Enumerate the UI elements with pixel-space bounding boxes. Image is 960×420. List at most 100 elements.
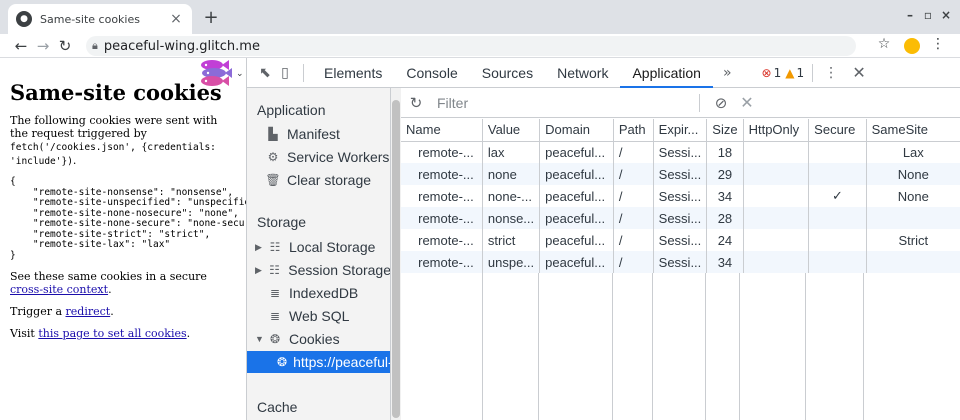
address-bar[interactable]: 🔒︎ peaceful-wing.glitch.me [86,36,856,56]
column-header-httponly[interactable]: HttpOnly [743,119,810,142]
column-header-samesite[interactable]: SameSite [866,119,960,142]
devtools-close-icon[interactable]: ✕ [849,63,869,82]
reload-icon[interactable]: ↻ [54,37,76,55]
tab-sources[interactable]: Sources [470,58,545,88]
cell-httponly [743,207,810,229]
cell-name: remote-... [401,229,483,251]
tab-close-icon[interactable]: × [168,11,184,27]
clear-storage-label: Clear storage [287,172,372,188]
browser-menu-icon[interactable]: ⋮ [928,36,948,52]
devtools-menu-icon[interactable]: ⋮ [821,65,841,81]
device-toolbar-icon[interactable]: ▯ [275,65,295,81]
sidebar-item-service-workers[interactable]: ⚙ Service Workers [247,146,390,168]
column-header-path[interactable]: Path [613,119,654,142]
bookmark-star-icon[interactable]: ☆ [874,36,894,52]
profile-avatar-icon[interactable] [904,38,920,54]
visit-text: Visit [10,327,39,340]
lock-icon: 🔒︎ [92,39,98,52]
warning-icon[interactable]: ▲ [785,66,794,80]
browser-tab[interactable]: ● Same-site cookies × [8,4,192,34]
column-header-size[interactable]: Size [706,119,744,142]
cell-size: 29 [706,163,744,185]
cell-name: remote-... [401,163,483,185]
intro-paragraph: The following cookies were sent with the… [10,114,236,168]
window-close-icon[interactable]: × [938,8,954,22]
table-row[interactable]: remote-... nonse... peaceful... / Sessi... 28 [401,207,960,229]
column-divider [612,273,613,420]
sidebar-item-web-sql[interactable]: ≣ Web SQL [247,305,390,327]
table-row[interactable]: remote-... strict peaceful... / Sessi... 24 St… [401,229,960,251]
table-header-row: Name Value Domain Path Expir... Size Htt… [401,119,960,142]
table-row[interactable]: remote-... lax peaceful... / Sessi... 18 Lax [401,141,960,163]
application-sidebar: Application ▙ Manifest ⚙ Service Workers… [247,88,391,420]
svg-text:⌄: ⌄ [236,69,242,79]
devtools-tab-bar: ⬉ ▯ Elements Console Sources Network App… [247,58,960,88]
cell-secure [808,163,867,185]
sidebar-item-clear-storage[interactable]: 🗑︎ Clear storage [247,169,390,191]
filter-input[interactable] [431,92,691,113]
cell-expires: Sessi... [653,207,708,229]
column-header-name[interactable]: Name [401,119,483,142]
maximize-icon[interactable]: ▫ [920,8,936,22]
table-row[interactable]: remote-... none peaceful... / Sessi... 29 None [401,163,960,185]
sidebar-item-local-storage[interactable]: ▶ ☷ Local Storage [247,236,390,258]
manifest-icon: ▙ [268,127,278,141]
cell-size: 24 [706,229,744,251]
session-storage-label: Session Storage [288,262,391,278]
cookie-toolbar: ↻ ⊘ ✕ [401,88,960,118]
sidebar-scrollbar[interactable] [391,88,401,420]
cross-site-link[interactable]: cross-site context [10,283,108,296]
expand-arrow-icon[interactable]: ▶ [255,265,267,276]
cell-path: / [613,229,654,251]
inspect-element-icon[interactable]: ⬉ [255,65,275,81]
redirect-link[interactable]: redirect [66,305,111,318]
secure-text: See these same cookies in a secure [10,270,207,283]
cell-name: remote-... [401,141,483,163]
forward-icon[interactable]: → [32,37,54,55]
database-icon: ≣ [269,286,281,300]
manifest-label: Manifest [287,126,340,142]
clear-all-icon[interactable]: ⊘ [708,94,734,112]
new-tab-icon[interactable]: + [200,7,222,29]
sidebar-item-cookie-origin[interactable]: ❂ https://peaceful-wing.glitch.me [247,351,390,373]
more-tabs-button[interactable]: » [713,65,742,81]
cell-httponly [743,229,810,251]
trash-icon: 🗑︎ [265,173,281,187]
sidebar-scroll-thumb[interactable] [392,100,400,418]
tab-network[interactable]: Network [545,58,620,88]
fish-logo-icon: ⌄ [201,60,242,86]
sidebar-item-cookies[interactable]: ▼ ❂ Cookies [247,328,390,350]
cell-path: / [613,185,654,207]
sidebar-item-manifest[interactable]: ▙ Manifest [247,123,390,145]
delete-selected-icon[interactable]: ✕ [734,93,760,112]
column-header-secure[interactable]: Secure [808,119,867,142]
collapse-arrow-icon[interactable]: ▼ [255,334,267,344]
set-cookies-link[interactable]: this page to set all cookies [38,327,186,340]
glitch-favicon-icon: ● [16,11,32,27]
column-divider [652,273,653,420]
cell-samesite: Lax [866,141,960,163]
tab-application[interactable]: Application [620,58,713,88]
column-header-domain[interactable]: Domain [539,119,614,142]
minimize-icon[interactable]: – [902,8,918,22]
column-header-value[interactable]: Value [482,119,541,142]
cell-path: / [613,141,654,163]
cell-value: none-... [482,185,541,207]
sidebar-item-indexeddb[interactable]: ≣ IndexedDB [247,282,390,304]
toolbar-separator [699,93,700,112]
cell-domain: peaceful... [539,163,614,185]
tab-console[interactable]: Console [394,58,469,88]
error-icon[interactable]: ⊗ [762,66,772,80]
grid-icon: ☷ [269,263,280,277]
column-header-expires[interactable]: Expir... [653,119,708,142]
back-icon[interactable]: ← [10,37,32,55]
cell-size: 34 [706,185,744,207]
intro-end: . [72,154,77,167]
sidebar-item-session-storage[interactable]: ▶ ☷ Session Storage [247,259,391,281]
tab-elements[interactable]: Elements [312,58,394,88]
refresh-icon[interactable]: ↻ [401,94,431,112]
cell-expires: Sessi... [653,141,708,163]
table-row[interactable]: remote-... none-... peaceful... / Sessi... 34… [401,185,960,207]
expand-arrow-icon[interactable]: ▶ [255,242,267,253]
table-row[interactable]: remote-... unspe... peaceful... / Sessi... 34 [401,251,960,273]
